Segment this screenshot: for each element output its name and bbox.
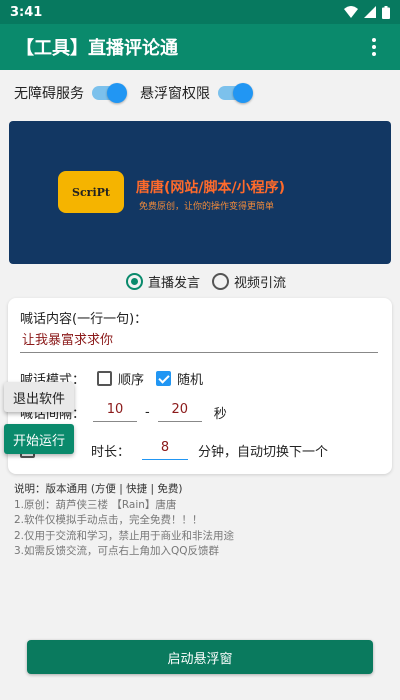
start-button[interactable]: 开始运行 <box>4 424 74 454</box>
mode-live-speech[interactable]: 直播发言 <box>126 272 200 291</box>
order-sequential[interactable]: 顺序 <box>97 369 144 388</box>
overflow-menu-icon[interactable] <box>364 34 384 60</box>
battery-icon <box>382 5 390 19</box>
accessibility-permission: 无障碍服务 <box>14 83 127 103</box>
mode-video-traffic[interactable]: 视频引流 <box>212 272 286 291</box>
interval-dash: - <box>145 404 150 420</box>
notes-line: 2.仅用于交流和学习，禁止用于商业和非法用途 <box>14 529 235 542</box>
notes-line: 3.如需反馈交流，可点右上角加入QQ反馈群 <box>14 545 220 557</box>
exit-button[interactable]: 退出软件 <box>4 382 74 412</box>
checkbox-random[interactable] <box>156 370 172 386</box>
content-input[interactable]: 让我暴富求求你 <box>20 331 378 353</box>
overlay-switch[interactable] <box>218 83 253 103</box>
overlay-permission: 悬浮窗权限 <box>140 83 253 103</box>
accessibility-label: 无障碍服务 <box>14 86 84 102</box>
radio-live-speech[interactable] <box>126 272 143 290</box>
launch-floating-window-button[interactable]: 启动悬浮窗 <box>27 640 373 674</box>
order-random[interactable]: 随机 <box>156 369 203 388</box>
notes-line: 2.软件仅模拟手动点击，完全免费！！！ <box>14 514 203 526</box>
banner: ScriPt 唐唐(网站/脚本/小程序) 免费原创，让你的操作变得更简单 <box>9 121 391 264</box>
radio-video-traffic[interactable] <box>212 272 230 290</box>
status-icons <box>344 5 390 19</box>
duration-suffix: 分钟，自动切换下一个 <box>198 444 329 460</box>
content-label: 喊话内容(一行一句)： <box>20 312 148 327</box>
interval-min-input[interactable]: 10 <box>93 402 138 422</box>
app-title: 【工具】直播评论通 <box>16 38 178 59</box>
banner-title: 唐唐(网站/脚本/小程序) <box>136 180 286 196</box>
script-logo: ScriPt <box>58 171 124 213</box>
signal-icon <box>364 6 376 18</box>
mode-radio-group: 直播发言 视频引流 <box>126 271 298 291</box>
banner-subtitle: 免费原创，让你的操作变得更简单 <box>139 202 275 212</box>
accessibility-switch[interactable] <box>92 83 127 103</box>
notes: 说明：版本通用 (方便 | 快捷 | 免费) 1.原创：葫芦侠三楼 【Rain】… <box>14 482 234 560</box>
interval-max-input[interactable]: 20 <box>157 402 202 422</box>
sequential-label: 顺序 <box>118 372 145 388</box>
interval-unit: 秒 <box>213 406 227 422</box>
notes-title: 说明：版本通用 (方便 | 快捷 | 免费) <box>14 483 183 495</box>
app-bar: 【工具】直播评论通 <box>0 24 400 70</box>
notes-line: 1.原创：葫芦侠三楼 【Rain】唐唐 <box>14 498 177 511</box>
overlay-label: 悬浮窗权限 <box>140 86 210 102</box>
permissions-row: 无障碍服务 悬浮窗权限 <box>14 82 266 104</box>
mode-video-traffic-label: 视频引流 <box>234 275 287 291</box>
status-time: 3:41 <box>10 4 43 20</box>
wifi-icon <box>344 6 358 18</box>
status-bar: 3:41 <box>0 0 400 24</box>
duration-label: 时长： <box>91 444 131 460</box>
checkbox-sequential[interactable] <box>97 370 113 386</box>
random-label: 随机 <box>177 372 204 388</box>
mode-live-speech-label: 直播发言 <box>148 275 201 291</box>
duration-input[interactable]: 8 <box>142 440 189 460</box>
